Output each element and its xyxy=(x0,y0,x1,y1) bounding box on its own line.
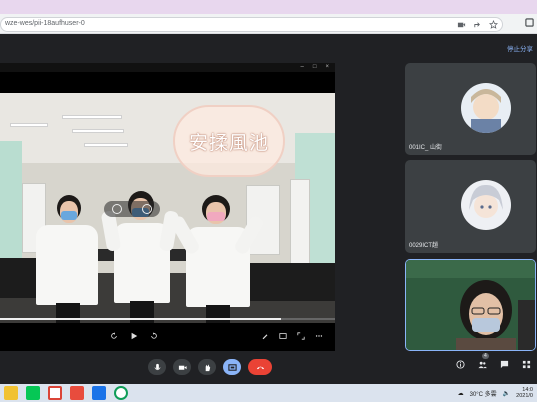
url-text: wze-wes/pii-18aufhuser-0 xyxy=(5,20,85,27)
clock[interactable]: 14:0 2021/0 xyxy=(516,387,533,399)
raise-hand-button[interactable] xyxy=(198,359,216,375)
address-bar[interactable]: wze-wes/pii-18aufhuser-0 xyxy=(0,17,503,32)
participant-name: 001IC_ 山街 xyxy=(409,145,443,151)
gesture-hint xyxy=(104,201,160,217)
play-icon[interactable] xyxy=(130,332,138,340)
ceiling-lamp xyxy=(84,143,128,147)
cabinet xyxy=(290,179,310,269)
person-left xyxy=(30,193,100,323)
line-icon[interactable] xyxy=(26,386,40,400)
rewind-icon[interactable] xyxy=(110,332,118,340)
minimize-icon[interactable]: – xyxy=(301,64,304,70)
fullscreen-icon[interactable] xyxy=(297,332,305,340)
hangup-button[interactable] xyxy=(248,359,272,375)
maximize-icon[interactable]: □ xyxy=(313,64,317,70)
mic-button[interactable] xyxy=(148,359,166,375)
people-icon[interactable]: 4 xyxy=(478,353,489,369)
stop-sharing-button[interactable]: 停止分享 xyxy=(507,43,533,53)
shared-window-titlebar: – □ × xyxy=(0,63,335,72)
screen: wze-wes/pii-18aufhuser-0 停止分享 – □ × 安揉風池… xyxy=(0,0,537,402)
meet-control-bar: 4 xyxy=(0,351,537,384)
meet-stage: 停止分享 – □ × 安揉風池 001IC_ 山街 0029ICT趙 4 xyxy=(0,35,537,384)
ceiling-lamp xyxy=(62,115,122,119)
participant-name: 0029ICT趙 xyxy=(409,243,439,249)
raise-hand-icon xyxy=(205,363,210,371)
camera-icon[interactable] xyxy=(457,20,466,29)
camera-feed xyxy=(406,260,535,350)
hand-icon xyxy=(112,204,122,214)
windows-taskbar: ☁ 30°C 多雲 🔈 14:0 2021/0 xyxy=(0,384,537,402)
clock-date: 2021/0 xyxy=(516,393,533,399)
video-scrubber[interactable] xyxy=(0,318,335,320)
edit-icon[interactable] xyxy=(261,332,269,340)
participant-tile[interactable]: 001IC_ 山街 xyxy=(405,63,536,155)
present-icon xyxy=(227,363,237,371)
people-count-badge: 4 xyxy=(482,353,489,359)
system-tray: ☁ 30°C 多雲 🔈 14:0 2021/0 xyxy=(458,387,533,399)
more-options-icon[interactable] xyxy=(315,332,323,340)
star-icon[interactable] xyxy=(489,20,498,29)
info-icon[interactable] xyxy=(456,360,465,369)
video-frame[interactable]: 安揉風池 xyxy=(0,93,335,323)
activities-icon[interactable] xyxy=(522,360,531,369)
close-icon[interactable]: × xyxy=(325,64,329,70)
forward-icon[interactable] xyxy=(150,332,158,340)
share-icon[interactable] xyxy=(473,20,482,29)
video-controls xyxy=(0,325,335,351)
volume-icon[interactable]: 🔈 xyxy=(503,390,510,397)
tasks-icon[interactable] xyxy=(92,386,106,400)
scrubber-progress xyxy=(0,318,282,320)
weather-icon: ☁ xyxy=(457,390,464,397)
video-title-overlay: 安揉風池 xyxy=(173,105,285,177)
weather-text: 30°C 多雲 xyxy=(469,391,497,398)
anime-girl-avatar xyxy=(461,180,511,230)
anime-boy-avatar xyxy=(461,83,511,133)
self-camera-tile[interactable] xyxy=(405,259,536,351)
person-right xyxy=(168,191,266,323)
shared-screen: – □ × 安揉風池 xyxy=(0,63,335,351)
ceiling xyxy=(0,93,335,173)
extension-icon[interactable] xyxy=(525,18,534,27)
ceiling-lamp xyxy=(72,129,124,133)
target-icon xyxy=(142,204,152,214)
captions-icon[interactable] xyxy=(279,332,287,340)
present-button[interactable] xyxy=(223,359,241,375)
mic-icon xyxy=(153,363,161,370)
ceiling-lamp xyxy=(10,123,48,127)
media-icon[interactable] xyxy=(70,386,84,400)
participant-tile[interactable]: 0029ICT趙 xyxy=(405,160,536,253)
chat-icon[interactable] xyxy=(500,360,509,369)
browser-toolbar: wze-wes/pii-18aufhuser-0 xyxy=(0,14,537,34)
hangup-icon xyxy=(256,366,264,369)
camera-icon xyxy=(178,365,187,370)
camera-button[interactable] xyxy=(173,359,191,375)
chrome-icon[interactable] xyxy=(48,386,62,400)
browser-tab-strip xyxy=(0,0,537,14)
file-explorer-icon[interactable] xyxy=(4,386,18,400)
chrome-alt-icon[interactable] xyxy=(114,386,128,400)
